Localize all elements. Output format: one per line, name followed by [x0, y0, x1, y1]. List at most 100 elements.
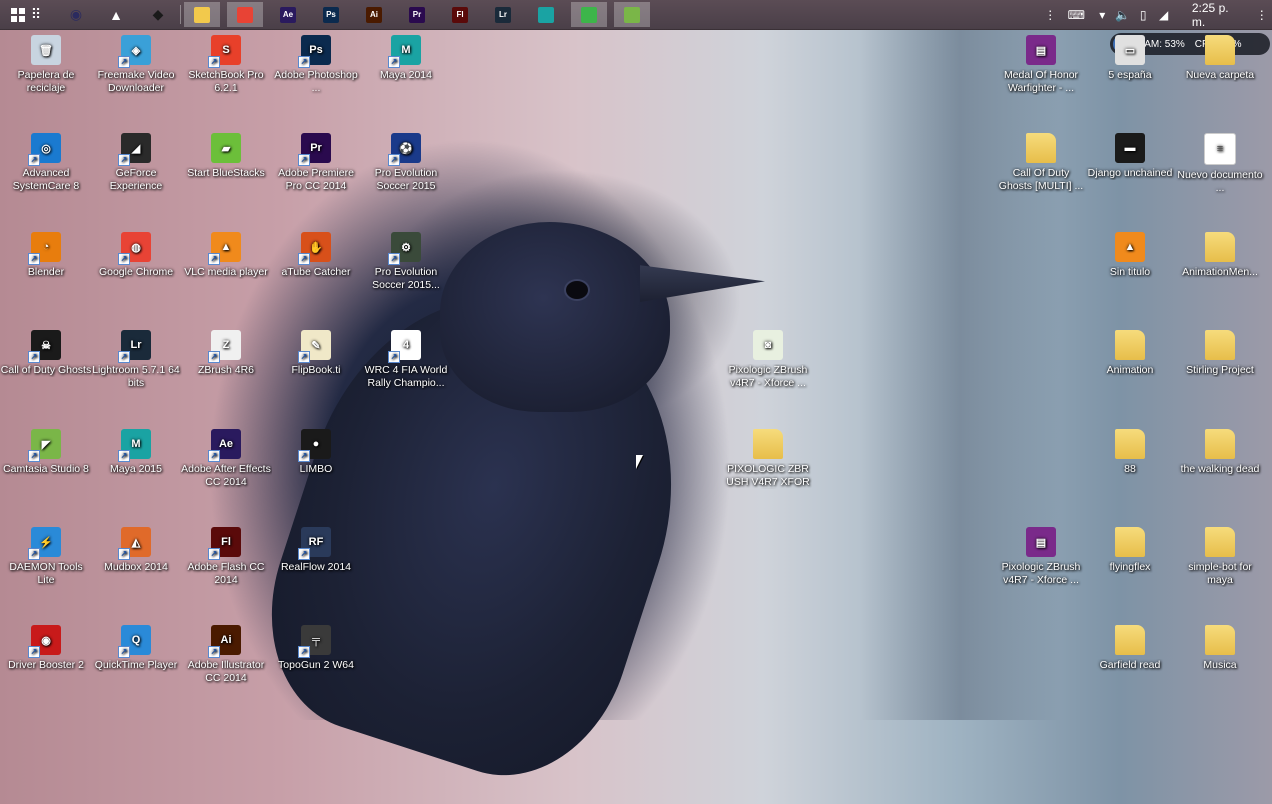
desktop-icon-aftereffects[interactable]: Ae ↗ Adobe After Effects CC 2014	[180, 429, 272, 489]
desktop-icon-camtasia[interactable]: ◤ ↗ Camtasia Studio 8	[0, 429, 92, 476]
recycle-bin-icon: 🗑	[31, 35, 61, 65]
desktop-icon-simplebot[interactable]: simple-bot for maya	[1174, 527, 1266, 587]
desktop-icon-premiere[interactable]: Pr ↗ Adobe Premiere Pro CC 2014	[270, 133, 362, 193]
volume-icon[interactable]: 🔈	[1113, 8, 1133, 22]
icon-glyph: ◙	[764, 339, 772, 351]
desktop-icon-flash[interactable]: Fl ↗ Adobe Flash CC 2014	[180, 527, 272, 587]
taskbar-app-camtasia-recorder[interactable]	[571, 2, 607, 27]
desktop-icon-maya2015[interactable]: M ↗ Maya 2015	[90, 429, 182, 476]
desktop-icon-label: Mudbox 2014	[104, 561, 168, 573]
lightroom-icon: Lr	[495, 6, 511, 23]
clock[interactable]: 2:25 p. m.	[1192, 1, 1242, 29]
taskbar-app-lightroom[interactable]: Lr	[485, 2, 521, 27]
expand-icon[interactable]: ⋮	[1040, 8, 1060, 22]
desktop-icon-stirling[interactable]: Stirling Project	[1174, 330, 1266, 377]
desktop-icon-daemon[interactable]: ⚡ ↗ DAEMON Tools Lite	[0, 527, 92, 587]
desktop-icon-medalofhonor[interactable]: ▤ Medal Of Honor Warfighter - ...	[995, 35, 1087, 95]
desktop-icon-label: 5 españa	[1108, 69, 1152, 81]
desktop-grid-icon[interactable]: ⠿	[18, 2, 54, 27]
desktop-icon-garfield[interactable]: Garfield read	[1084, 625, 1176, 672]
desktop-icon-advanced[interactable]: ◎ ↗ Advanced SystemCare 8	[0, 133, 92, 193]
taskbar-app-flash[interactable]: Fl	[442, 2, 478, 27]
show-desktop-icon[interactable]: ⋮	[1252, 8, 1272, 22]
desktop-icon-label: the walking dead	[1180, 463, 1260, 475]
battery-icon[interactable]: ▯	[1133, 8, 1153, 22]
desktop-icon-label: Adobe Photoshop ...	[274, 69, 358, 94]
desktop-icon-zbrushx[interactable]: ◙ Pixologic ZBrush v4R7 - Xforce ...	[722, 330, 814, 390]
taskbar-app-after-effects[interactable]: Ae	[270, 2, 306, 27]
desktop-icon-pixologicrar[interactable]: ▤ Pixologic ZBrush v4R7 - Xforce ...	[995, 527, 1087, 587]
desktop-icon-geforce[interactable]: ◢ ↗ GeForce Experience	[90, 133, 182, 193]
user-photo-icon[interactable]: ▲	[98, 2, 134, 27]
desktop-icon-codghosts[interactable]: ☠ ↗ Call of Duty Ghosts	[0, 330, 92, 377]
chevron-down-icon[interactable]: ▾	[1092, 8, 1112, 22]
taskbar-app-illustrator[interactable]: Ai	[356, 2, 392, 27]
network-icon[interactable]: ◆	[140, 2, 176, 27]
vlc-icon: ▲ ↗	[208, 232, 241, 265]
desktop-icon-blender[interactable]: ◔ ↗ Blender	[0, 232, 92, 279]
icon-glyph: ◭	[131, 536, 141, 549]
desktop-icon-codghostsmulti[interactable]: Call Of Duty Ghosts [MULTI] ...	[995, 133, 1087, 193]
signal-icon[interactable]: ◢	[1153, 8, 1173, 22]
taskbar-app-camtasia[interactable]	[614, 2, 650, 27]
desktop-icon-maya2014[interactable]: M ↗ Maya 2014	[360, 35, 452, 82]
desktop-icon-s8[interactable]: 88	[1084, 429, 1176, 476]
desktop-icon-sketchbook[interactable]: S ↗ SketchBook Pro 6.2.1	[180, 35, 272, 95]
desktop-icon-django[interactable]: ▬ Django unchained	[1084, 133, 1176, 180]
icon-glyph: ●	[312, 438, 320, 450]
taskbar-app-file-explorer[interactable]	[184, 2, 220, 27]
desktop-icon-pixologicfolder[interactable]: PIXOLOGIC ZBR USH V4R7 XFOR CE	[722, 429, 814, 489]
camtasia-recorder-icon	[581, 6, 597, 23]
desktop-icon-nuevacarpeta[interactable]: Nueva carpeta	[1174, 35, 1266, 82]
obs-icon[interactable]: ◉	[58, 2, 94, 27]
mudbox-icon: ◭ ↗	[118, 527, 151, 560]
desktop-icon-driverbooster[interactable]: ◉ ↗ Driver Booster 2	[0, 625, 92, 672]
icon-glyph: Fl	[221, 536, 231, 548]
icon-glyph: Ai	[220, 634, 232, 646]
desktop-icon-realflow[interactable]: RF ↗ RealFlow 2014	[270, 527, 362, 574]
desktop-icon-flyingflex[interactable]: flyingflex	[1084, 527, 1176, 574]
desktop-icon-musica[interactable]: Musica	[1174, 625, 1266, 672]
desktop-icon-vlc[interactable]: ▲ ↗ VLC media player	[180, 232, 272, 279]
desktop-icon-limbo[interactable]: ● ↗ LIMBO	[270, 429, 362, 476]
desktop-icon-label: Stirling Project	[1186, 364, 1254, 376]
folder-icon	[1205, 35, 1235, 65]
desktop-icon-freemake[interactable]: ◈ ↗ Freemake Video Downloader	[90, 35, 182, 95]
desktop-icon-label: Sin titulo	[1109, 266, 1151, 278]
desktop-icon-chrome[interactable]: ◍ ↗ Google Chrome	[90, 232, 182, 279]
desktop-icon-sintitulo[interactable]: ▲ Sin titulo	[1084, 232, 1176, 279]
desktop-icon-bluestacks[interactable]: ▰ Start BlueStacks	[180, 133, 272, 180]
desktop-icon-5espana[interactable]: ▭ 5 españa	[1084, 35, 1176, 82]
desktop-icon-topogun[interactable]: ╤ ↗ TopoGun 2 W64	[270, 625, 362, 672]
desktop-icon-wrc[interactable]: 4 ↗ WRC 4 FIA World Rally Champio...	[360, 330, 452, 390]
desktop-icon-mudbox[interactable]: ◭ ↗ Mudbox 2014	[90, 527, 182, 574]
desktop-icon-label: Google Chrome	[98, 266, 174, 278]
desktop-icon-atube[interactable]: ✋ ↗ aTube Catcher	[270, 232, 362, 279]
keyboard-icon[interactable]: ⌨	[1060, 8, 1092, 22]
desktop-icon-label: Pixologic ZBrush v4R7 - Xforce ...	[728, 364, 808, 389]
desktop-icon-walkingdead[interactable]: the walking dead	[1174, 429, 1266, 476]
desktop-icon-quicktime[interactable]: Q ↗ QuickTime Player	[90, 625, 182, 672]
icon-glyph: Ae	[218, 438, 234, 450]
desktop-icon-zbrush[interactable]: Z ↗ ZBrush 4R6	[180, 330, 272, 377]
taskbar-app-chrome[interactable]	[227, 2, 263, 27]
desktop-icon-photoshop[interactable]: Ps ↗ Adobe Photoshop ...	[270, 35, 362, 95]
desktop-icon-label: WRC 4 FIA World Rally Champio...	[364, 364, 448, 389]
desktop-icon-pes2015b[interactable]: ⚙ ↗ Pro Evolution Soccer 2015...	[360, 232, 452, 292]
taskbar-app-photoshop[interactable]: Ps	[313, 2, 349, 27]
taskbar-app-premiere[interactable]: Pr	[399, 2, 435, 27]
desktop-icon-illustrator[interactable]: Ai ↗ Adobe Illustrator CC 2014	[180, 625, 272, 685]
desktop-icon-animation[interactable]: Animation	[1084, 330, 1176, 377]
desktop-icon-flipbook[interactable]: ✎ ↗ FlipBook.ti	[270, 330, 362, 377]
icon-glyph: ✋	[309, 241, 323, 254]
desktop-icon-lightroom[interactable]: Lr ↗ Lightroom 5.7.1 64 bits	[90, 330, 182, 390]
desktop-icon-nuevodoc[interactable]: ≡ Nuevo documento ...	[1174, 133, 1266, 195]
desktop-icon-label: FlipBook.ti	[291, 364, 341, 376]
desktop-icon-pes2015a[interactable]: ⚽ ↗ Pro Evolution Soccer 2015	[360, 133, 452, 193]
desktop-icon-animationmen[interactable]: AnimationMen...	[1174, 232, 1266, 279]
shortcut-arrow-icon: ↗	[298, 154, 310, 166]
desktop-icon-papelera[interactable]: 🗑 Papelera de reciclaje	[0, 35, 92, 95]
shortcut-arrow-icon: ↗	[208, 253, 220, 265]
shortcut-arrow-icon: ↗	[118, 253, 130, 265]
taskbar-app-maya[interactable]	[528, 2, 564, 27]
